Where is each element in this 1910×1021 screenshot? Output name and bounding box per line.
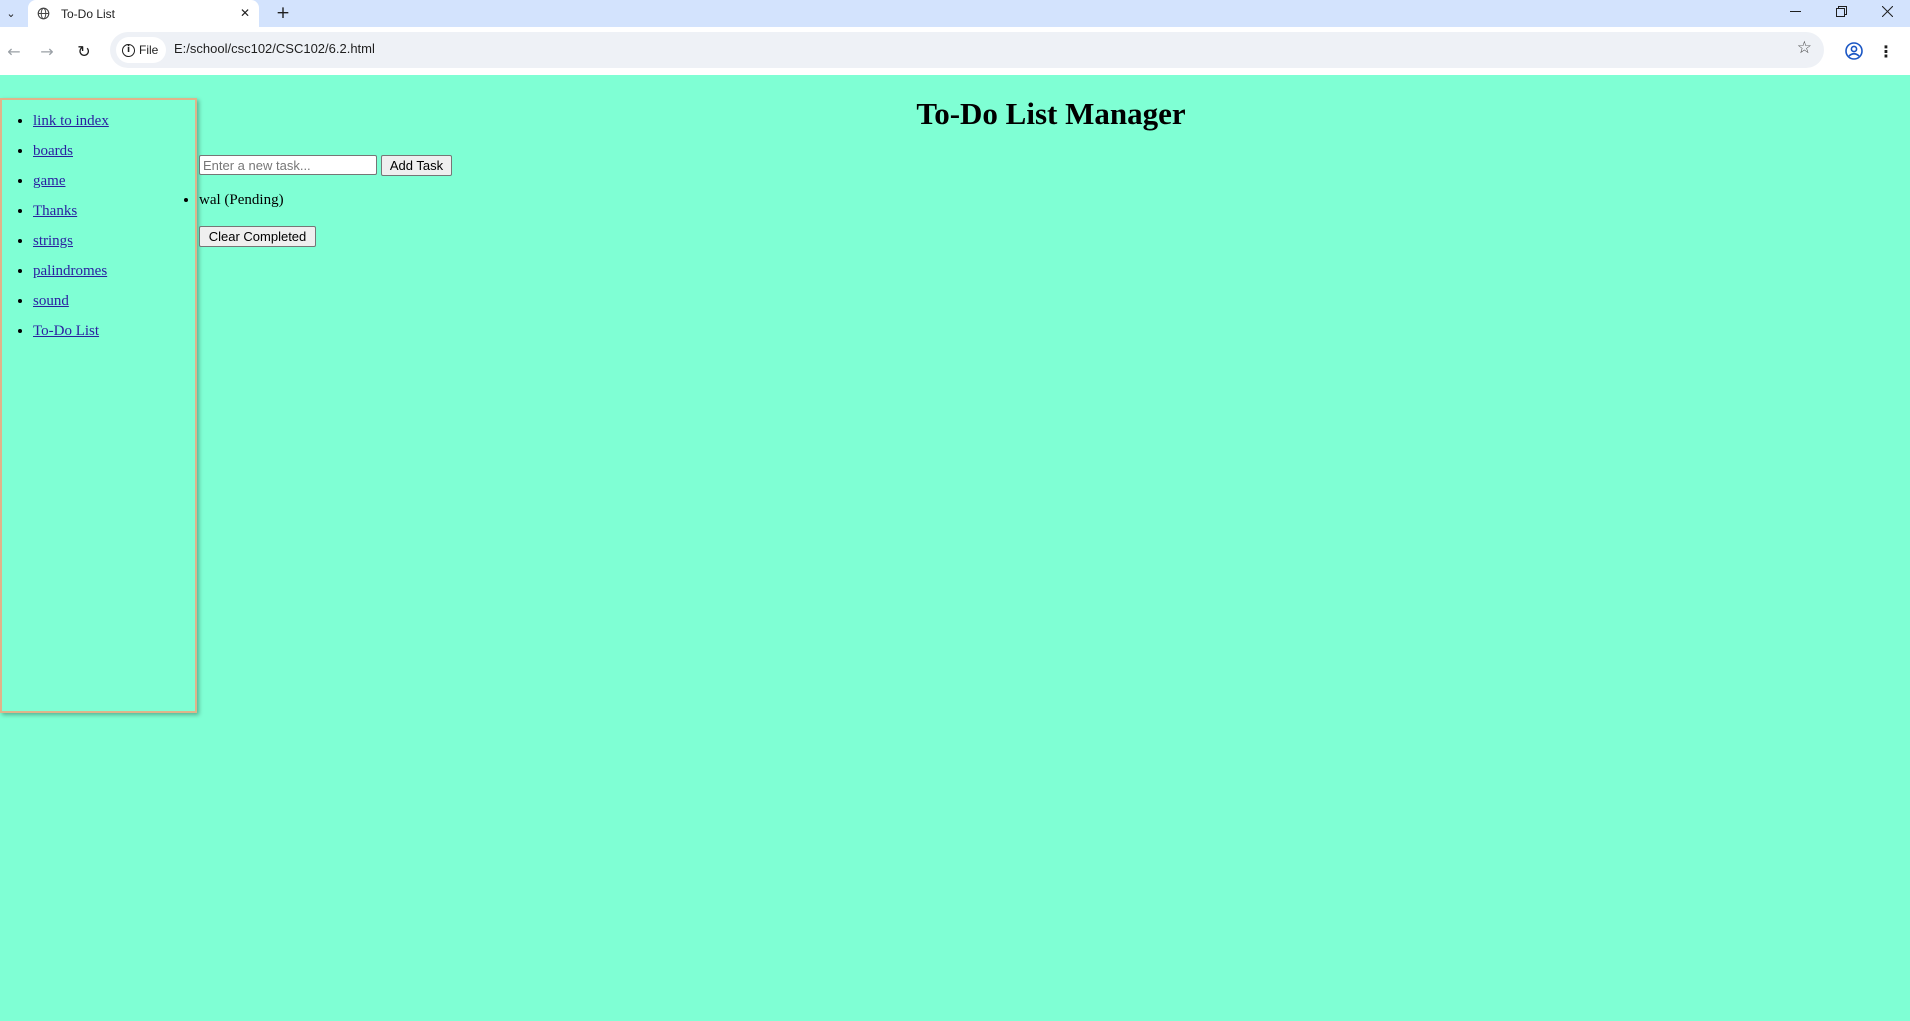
sidebar-item-todo: To-Do List (33, 316, 195, 346)
task-input[interactable] (199, 155, 377, 175)
link-todo-list[interactable]: To-Do List (33, 323, 99, 339)
sidebar-item-boards: boards (33, 136, 195, 166)
link-boards[interactable]: boards (33, 143, 73, 159)
browser-toolbar: ← → ↻ i File E:/school/csc102/CSC102/6.2… (0, 27, 1910, 76)
tab-strip: ⌄ To-Do List ✕ + (0, 0, 1910, 27)
menu-kebab-icon[interactable]: ⋮ (1876, 37, 1896, 65)
sidebar-item-thanks: Thanks (33, 196, 195, 226)
forward-arrow-icon[interactable]: → (33, 37, 61, 65)
back-arrow-icon[interactable]: ← (0, 37, 28, 65)
reload-icon[interactable]: ↻ (70, 37, 98, 65)
clear-completed-button[interactable]: Clear Completed (199, 226, 316, 247)
page-viewport: link to index boards game Thanks strings… (0, 75, 1910, 1021)
browser-tab[interactable]: To-Do List ✕ (28, 0, 259, 27)
sidebar-item-strings: strings (33, 226, 195, 256)
tab-search-chevron-icon[interactable]: ⌄ (0, 0, 22, 27)
link-thanks[interactable]: Thanks (33, 203, 77, 219)
sidebar-item-palindromes: palindromes (33, 256, 195, 286)
address-bar[interactable]: i File E:/school/csc102/CSC102/6.2.html … (110, 32, 1824, 68)
plus-icon[interactable]: + (273, 3, 293, 23)
close-icon[interactable]: ✕ (237, 5, 253, 21)
link-game[interactable]: game (33, 173, 65, 189)
bookmark-star-icon[interactable]: ☆ (1797, 38, 1812, 58)
restore-icon[interactable] (1818, 0, 1864, 22)
task-item[interactable]: wal (Pending) (199, 191, 284, 209)
task-list: wal (Pending) (199, 191, 284, 209)
page-title: To-Do List Manager (916, 96, 1186, 131)
sidebar-item-game: game (33, 166, 195, 196)
globe-icon (37, 7, 50, 20)
add-task-button[interactable]: Add Task (381, 155, 452, 176)
tab-title: To-Do List (61, 7, 116, 21)
link-strings[interactable]: strings (33, 233, 73, 249)
profile-icon[interactable] (1840, 37, 1868, 65)
sidebar-link-list: link to index boards game Thanks strings… (2, 100, 195, 346)
info-icon: i (122, 43, 135, 57)
site-chip-label: File (139, 43, 159, 57)
minimize-icon[interactable] (1772, 0, 1818, 22)
sidebar-item-sound: sound (33, 286, 195, 316)
link-palindromes[interactable]: palindromes (33, 263, 107, 279)
window-close-icon[interactable] (1864, 0, 1910, 22)
link-sound[interactable]: sound (33, 293, 69, 309)
url-text[interactable]: E:/school/csc102/CSC102/6.2.html (174, 41, 375, 56)
site-info-chip[interactable]: i File (116, 37, 167, 63)
sidebar-nav: link to index boards game Thanks strings… (0, 98, 197, 713)
